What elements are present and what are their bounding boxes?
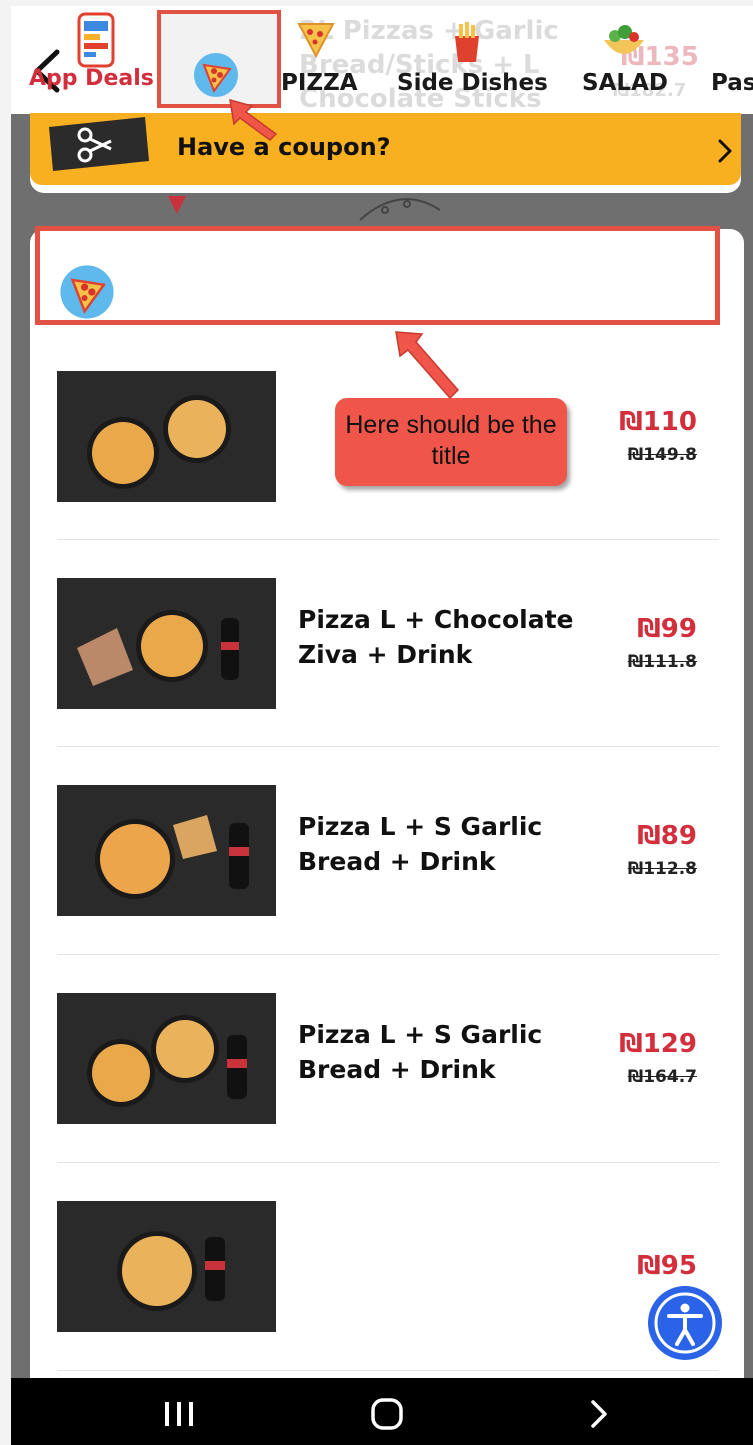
pizza-slice-icon bbox=[60, 265, 114, 319]
category-label-side-dishes[interactable]: Side Dishes bbox=[397, 70, 548, 96]
annotation-arrow-icon bbox=[229, 98, 278, 141]
product-price: ₪129 bbox=[619, 1029, 697, 1059]
product-price: ₪99 bbox=[637, 614, 697, 644]
product-price: ₪110 bbox=[619, 407, 697, 437]
product-price: ₪95 bbox=[637, 1251, 697, 1281]
pizza-photo-icon bbox=[57, 371, 276, 502]
pizza-slice-icon[interactable] bbox=[192, 51, 240, 99]
pizza-photo-icon bbox=[57, 993, 276, 1124]
pizza-photo-icon bbox=[57, 785, 276, 916]
product-name[interactable]: Pizza L + S Garlic Bread + Drink bbox=[298, 1017, 598, 1087]
product-image[interactable] bbox=[57, 578, 276, 709]
system-nav-bar bbox=[11, 1378, 753, 1445]
salad-bowl-icon[interactable] bbox=[601, 20, 647, 64]
pizza-photo-icon bbox=[57, 1201, 276, 1332]
frame-edge bbox=[0, 0, 11, 1445]
chevron-right-icon[interactable] bbox=[716, 138, 734, 164]
annotation-highlight-section-title bbox=[35, 226, 720, 325]
background-pizza-doodle-icon bbox=[359, 198, 441, 221]
product-row[interactable]: Pizza L + S Garlic Bread + Drink ₪129 ₪1… bbox=[57, 957, 719, 1165]
product-image[interactable] bbox=[57, 785, 276, 916]
row-divider bbox=[57, 1162, 719, 1163]
recent-apps-icon[interactable] bbox=[161, 1400, 197, 1428]
product-old-price: ₪112.8 bbox=[627, 859, 697, 879]
background-triangle-icon bbox=[168, 196, 186, 214]
home-icon[interactable] bbox=[369, 1397, 405, 1431]
row-divider bbox=[57, 1370, 719, 1371]
row-divider bbox=[57, 746, 719, 747]
annotation-arrow-icon bbox=[395, 331, 460, 400]
category-label-pasta[interactable]: Pas bbox=[711, 70, 753, 96]
product-name[interactable]: Pizza L + Chocolate Ziva + Drink bbox=[298, 602, 598, 672]
coupon-label[interactable]: Have a coupon? bbox=[177, 133, 391, 161]
scissors-icon bbox=[49, 117, 149, 171]
category-label-pizza[interactable]: PIZZA bbox=[281, 70, 358, 96]
product-row[interactable]: ₪95 bbox=[57, 1165, 719, 1373]
accessibility-icon[interactable] bbox=[646, 1284, 724, 1362]
product-image[interactable] bbox=[57, 1201, 276, 1332]
category-label-salad[interactable]: SALAD bbox=[582, 70, 668, 96]
product-old-price: ₪164.7 bbox=[627, 1067, 697, 1087]
side-box-icon[interactable] bbox=[449, 20, 485, 64]
row-divider bbox=[57, 539, 719, 540]
category-bar: 2L Pizzas + Garlic Bread/Sticks + L Choc… bbox=[11, 6, 753, 114]
product-row[interactable]: Pizza L + Chocolate Ziva + Drink ₪99 ₪11… bbox=[57, 542, 719, 750]
forward-chevron-icon[interactable] bbox=[587, 1398, 611, 1430]
phone-deals-icon[interactable] bbox=[75, 12, 117, 68]
product-row[interactable]: Pizza L + S Garlic Bread + Drink ₪89 ₪11… bbox=[57, 749, 719, 957]
product-old-price: ₪149.8 bbox=[627, 445, 697, 465]
ghost-title-line-1: 2L Pizzas + Garlic bbox=[299, 16, 559, 46]
product-name[interactable]: Pizza L + S Garlic Bread + Drink bbox=[298, 809, 598, 879]
annotation-callout: Here should be the title bbox=[335, 398, 567, 486]
category-label-app-deals[interactable]: App Deals bbox=[29, 66, 154, 91]
product-image[interactable] bbox=[57, 371, 276, 502]
row-divider bbox=[57, 954, 719, 955]
product-image[interactable] bbox=[57, 993, 276, 1124]
product-price: ₪89 bbox=[637, 821, 697, 851]
pizza-heart-icon[interactable] bbox=[295, 18, 337, 60]
pizza-photo-icon bbox=[57, 578, 276, 709]
product-old-price: ₪111.8 bbox=[627, 652, 697, 672]
